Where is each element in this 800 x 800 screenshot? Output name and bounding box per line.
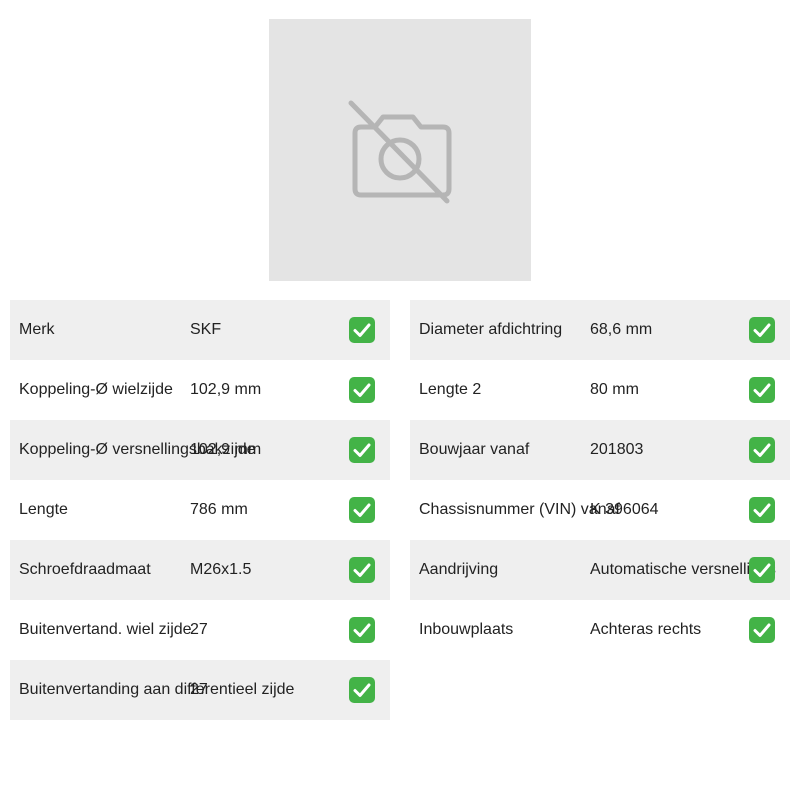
spec-row: Bouwjaar vanaf 201803 [410, 420, 790, 480]
check-icon [749, 557, 775, 583]
spec-label: Inbouwplaats [419, 621, 514, 638]
spec-value: 80 mm [590, 381, 639, 398]
specs-table-right: Diameter afdichtring 68,6 mm Lengte 2 80… [410, 300, 790, 660]
spec-label: Koppeling-Ø wielzijde [19, 381, 173, 398]
spec-row: Aandrijving Automatische versnellings [410, 540, 790, 600]
spec-row: Lengte 2 80 mm [410, 360, 790, 420]
spec-label: Merk [19, 321, 55, 338]
spec-row: Buitenvertand. wiel zijde 27 [10, 600, 390, 660]
spec-label: Aandrijving [419, 561, 499, 578]
spec-value: 27 [190, 621, 208, 638]
spec-row: Chassisnummer (VIN) vanaf K 396064 [410, 480, 790, 540]
spec-row: Koppeling-Ø wielzijde 102,9 mm [10, 360, 390, 420]
check-icon [749, 317, 775, 343]
spec-row: Inbouwplaats Achteras rechts [410, 600, 790, 660]
spec-value: 786 mm [190, 501, 248, 518]
spec-value: 102,9 mm [190, 381, 262, 398]
check-icon [349, 557, 375, 583]
spec-row: Merk SKF [10, 300, 390, 360]
check-icon [749, 377, 775, 403]
check-icon [749, 497, 775, 523]
no-photo-camera-icon [348, 100, 452, 204]
check-icon [349, 377, 375, 403]
spec-label: Bouwjaar vanaf [419, 441, 530, 458]
spec-label: Buitenvertand. wiel zijde [19, 621, 192, 638]
spec-value: K 396064 [590, 501, 659, 518]
spec-row: Diameter afdichtring 68,6 mm [410, 300, 790, 360]
spec-label: Lengte 2 [419, 381, 482, 398]
check-icon [349, 317, 375, 343]
spec-row: Koppeling-Ø versnellingsbakzijde 102,9 m… [10, 420, 390, 480]
spec-label: Buitenvertanding aan differentieel zijde [19, 681, 295, 698]
spec-label: Schroefdraadmaat [19, 561, 151, 578]
spec-value: Achteras rechts [590, 621, 702, 638]
check-icon [349, 677, 375, 703]
spec-label: Diameter afdichtring [419, 321, 563, 338]
spec-value: 201803 [590, 441, 644, 458]
spec-value: 102,9 mm [190, 441, 262, 458]
spec-value: SKF [190, 321, 222, 338]
specs-table-left: Merk SKF Koppeling-Ø wielzijde 102,9 mm … [10, 300, 390, 720]
check-icon [349, 437, 375, 463]
spec-value: Automatische versnellings [590, 561, 776, 578]
spec-row: Lengte 786 mm [10, 480, 390, 540]
product-image-placeholder [269, 19, 531, 281]
check-icon [749, 437, 775, 463]
spec-value: 68,6 mm [590, 321, 653, 338]
spec-value: 27 [190, 681, 208, 698]
check-icon [349, 497, 375, 523]
spec-value: M26x1.5 [190, 561, 252, 578]
spec-label: Lengte [19, 501, 68, 518]
check-icon [749, 617, 775, 643]
check-icon [349, 617, 375, 643]
spec-row: Buitenvertanding aan differentieel zijde… [10, 660, 390, 720]
spec-row: Schroefdraadmaat M26x1.5 [10, 540, 390, 600]
